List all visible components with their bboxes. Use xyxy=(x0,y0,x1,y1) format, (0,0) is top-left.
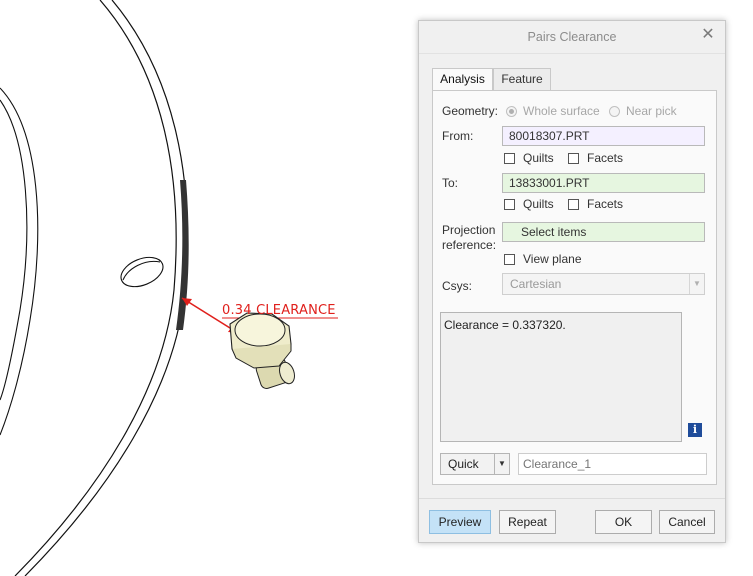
csys-select[interactable]: Cartesian ▼ xyxy=(502,273,705,295)
from-quilts-label: Quilts xyxy=(523,151,554,165)
radio-near-pick[interactable]: Near pick xyxy=(609,104,677,118)
tab-feature[interactable]: Feature xyxy=(493,68,551,90)
checkbox-icon xyxy=(568,198,579,210)
clearance-result-text: Clearance = 0.337320. xyxy=(444,318,566,332)
dialog-titlebar[interactable]: Pairs Clearance ✕ xyxy=(419,21,725,54)
from-field[interactable]: 80018307.PRT xyxy=(502,126,705,146)
projection-label-line1: Projection xyxy=(442,223,496,237)
footer-divider xyxy=(419,498,725,499)
from-label: From: xyxy=(442,129,474,143)
disc-rim-shade xyxy=(176,180,189,330)
chevron-down-icon[interactable]: ▼ xyxy=(495,453,510,475)
disc-outer-edge-2 xyxy=(14,0,177,576)
csys-label: Csys: xyxy=(442,279,472,293)
checkbox-icon xyxy=(568,152,579,164)
cancel-button[interactable]: Cancel xyxy=(659,510,715,534)
radio-button-icon xyxy=(609,105,620,117)
analysis-name-input[interactable] xyxy=(518,453,707,475)
projection-reference-field[interactable]: Select items xyxy=(502,222,705,242)
clearance-annotation-label: 0.34 CLEARANCE xyxy=(222,303,336,318)
pairs-clearance-dialog: Pairs Clearance ✕ Analysis Feature Geome… xyxy=(418,20,726,543)
checkbox-icon xyxy=(504,198,515,210)
info-icon[interactable]: i xyxy=(688,423,702,437)
checkbox-icon xyxy=(504,152,515,164)
quick-dropdown-button[interactable]: Quick xyxy=(440,453,495,475)
checkbox-icon xyxy=(504,253,515,265)
to-label: To: xyxy=(442,176,459,190)
ok-button[interactable]: OK xyxy=(595,510,652,534)
whole-surface-label: Whole surface xyxy=(523,104,600,118)
near-pick-label: Near pick xyxy=(626,104,677,118)
close-icon[interactable]: ✕ xyxy=(700,27,716,43)
results-area: Clearance = 0.337320. xyxy=(440,312,682,442)
disc-outer-edge xyxy=(24,0,189,576)
to-facets-label: Facets xyxy=(587,197,624,211)
projection-label-line2: reference: xyxy=(442,238,497,252)
tab-analysis[interactable]: Analysis xyxy=(432,68,493,91)
repeat-button[interactable]: Repeat xyxy=(499,510,556,534)
analysis-panel: Geometry: Whole surface Near pick From: … xyxy=(432,90,717,485)
radio-button-icon xyxy=(506,105,517,117)
view-plane-checkbox[interactable]: View plane xyxy=(504,252,582,266)
disc-inner-arc-2 xyxy=(0,99,28,401)
bolt-model xyxy=(229,312,295,389)
preview-button[interactable]: Preview xyxy=(429,510,491,534)
chevron-down-icon: ▼ xyxy=(689,274,704,294)
geometry-label: Geometry: xyxy=(442,104,499,118)
disc-hole xyxy=(120,256,164,288)
dialog-title: Pairs Clearance xyxy=(527,30,617,44)
to-quilts-checkbox[interactable]: Quilts xyxy=(504,197,554,211)
to-facets-checkbox[interactable]: Facets xyxy=(568,197,623,211)
csys-value: Cartesian xyxy=(510,277,562,291)
from-facets-checkbox[interactable]: Facets xyxy=(568,151,623,165)
from-quilts-checkbox[interactable]: Quilts xyxy=(504,151,554,165)
radio-whole-surface[interactable]: Whole surface xyxy=(506,104,600,118)
view-plane-label: View plane xyxy=(523,252,582,266)
to-field[interactable]: 13833001.PRT xyxy=(502,173,705,193)
to-quilts-label: Quilts xyxy=(523,197,554,211)
from-facets-label: Facets xyxy=(587,151,624,165)
